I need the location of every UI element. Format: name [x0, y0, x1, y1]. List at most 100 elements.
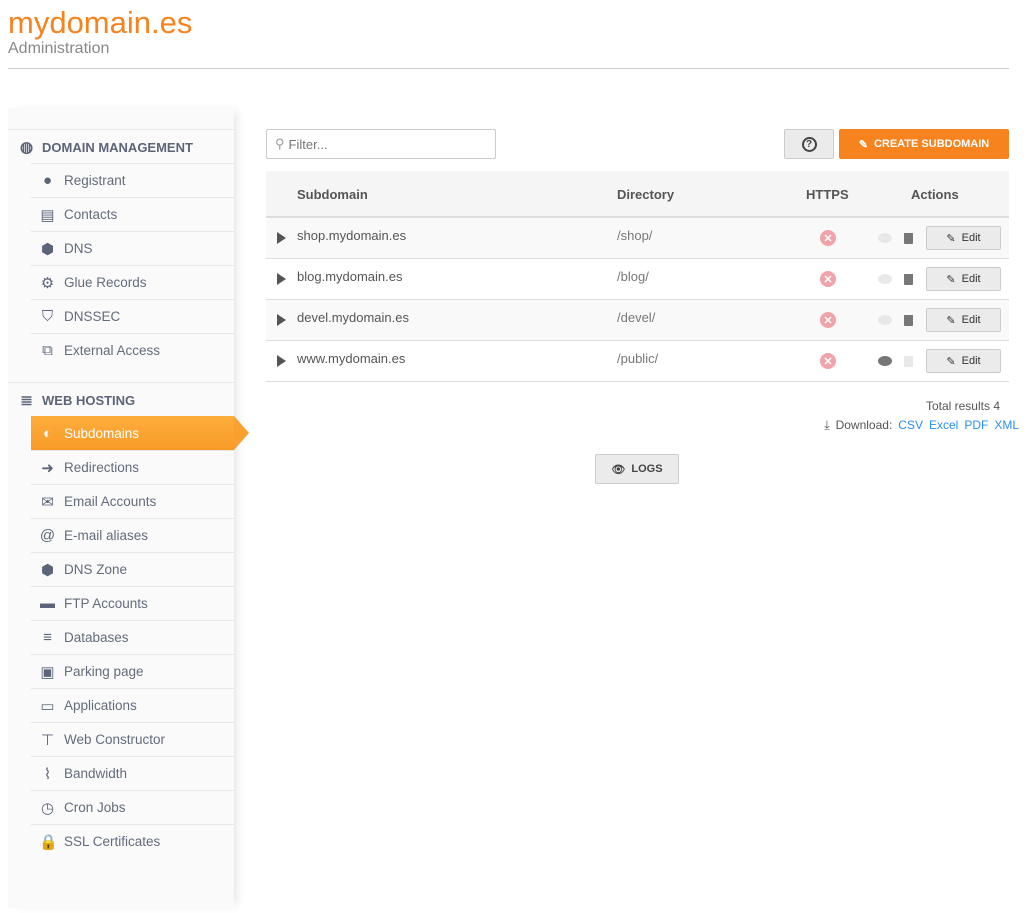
edit-label: Edit	[961, 273, 981, 285]
edit-icon: ✎	[946, 232, 956, 245]
edit-button[interactable]: ✎ Edit	[926, 308, 1001, 332]
sidebar-item-label: DNS Zone	[64, 562, 128, 577]
download-icon: ⤓	[824, 418, 830, 432]
monitor-icon: ▭	[40, 697, 55, 715]
create-label: CREATE SUBDOMAIN	[873, 138, 990, 150]
shield-icon: ⛉	[41, 308, 54, 325]
subdomain-name: www.mydomain.es	[297, 351, 406, 366]
hammer-icon: ⊤	[40, 731, 55, 749]
subdomain-name: devel.mydomain.es	[297, 310, 409, 325]
sidebar-item-label: Bandwidth	[64, 766, 128, 781]
trash-icon[interactable]	[904, 274, 913, 285]
comment-icon[interactable]	[878, 315, 892, 325]
comment-icon[interactable]	[878, 356, 892, 366]
contacts-icon: ▤	[40, 206, 55, 224]
download-label: Download:	[835, 418, 893, 432]
col-subdomain[interactable]: Subdomain	[297, 187, 368, 202]
sidebar-item-ssl-certificates[interactable]: 🔒 SSL Certificates	[31, 824, 234, 858]
sidebar-item-label: E-mail aliases	[64, 528, 149, 543]
sidebar-item-label: Databases	[64, 630, 129, 645]
sidebar-item-glue-records[interactable]: ⚙ Glue Records	[31, 265, 234, 299]
download-xml[interactable]: XML	[994, 418, 1019, 433]
table-row[interactable]: devel.mydomain.es /devel/ ✕ ✎ Edit	[266, 300, 1009, 341]
edit-label: Edit	[961, 355, 981, 367]
folder-icon: ▬	[40, 595, 55, 612]
download-excel[interactable]: Excel	[929, 418, 958, 433]
sidebar-item-redirections[interactable]: ➜ Redirections	[31, 450, 234, 484]
user-icon: ●	[42, 172, 53, 189]
sidebar-item-external-access[interactable]: ⧉ External Access	[31, 333, 234, 367]
sidebar-item-label: Subdomains	[64, 425, 140, 441]
external-link-icon: ⧉	[42, 342, 53, 359]
sidebar-item-label: External Access	[64, 343, 161, 358]
sidebar-item-label: SSL Certificates	[64, 834, 161, 849]
directory: /devel/	[617, 310, 656, 325]
subdomains-table: Subdomain Directory HTTPS Actions shop.m…	[266, 171, 1009, 382]
edit-icon: ✎	[946, 273, 956, 286]
sidebar-item-web-constructor[interactable]: ⊤ Web Constructor	[31, 722, 234, 756]
sidebar-section-0: ◍ DOMAIN MANAGEMENT	[8, 129, 234, 164]
sidebar-item-dns[interactable]: ⬢ DNS	[31, 231, 234, 265]
filter-input[interactable]	[288, 136, 479, 152]
badge-icon: ⬢	[40, 240, 55, 258]
table-row[interactable]: www.mydomain.es /public/ ✕ ✎ Edit	[266, 341, 1009, 382]
trash-icon[interactable]	[904, 233, 913, 244]
sidebar-item-label: DNS	[64, 241, 93, 256]
table-row[interactable]: shop.mydomain.es /shop/ ✕ ✎ Edit	[266, 218, 1009, 259]
trash-icon[interactable]	[904, 315, 913, 326]
col-directory[interactable]: Directory	[617, 187, 674, 202]
edit-icon: ✎	[858, 138, 868, 151]
col-actions: Actions	[911, 187, 959, 202]
half-circle-icon: ◐	[42, 424, 53, 442]
expand-icon[interactable]	[277, 273, 286, 285]
download-bar: ⤓ Download: CSV Excel PDF XML	[824, 418, 1019, 433]
trash-icon[interactable]	[904, 356, 913, 367]
https-disabled-icon: ✕	[820, 271, 836, 287]
edit-button[interactable]: ✎ Edit	[926, 267, 1001, 291]
table-header: Subdomain Directory HTTPS Actions	[266, 171, 1009, 218]
sidebar-item-e-mail-aliases[interactable]: @ E-mail aliases	[31, 518, 234, 552]
create-subdomain-button[interactable]: ✎ CREATE SUBDOMAIN	[839, 129, 1009, 159]
sidebar-item-cron-jobs[interactable]: ◷ Cron Jobs	[31, 790, 234, 824]
sidebar-item-dnssec[interactable]: ⛉ DNSSEC	[31, 299, 234, 333]
filter-field[interactable]: ⚲	[266, 129, 496, 159]
question-icon: ?	[801, 136, 817, 152]
database-icon: ≡	[43, 629, 52, 646]
sidebar-item-email-accounts[interactable]: ✉ Email Accounts	[31, 484, 234, 518]
sidebar-item-registrant[interactable]: ● Registrant	[31, 163, 234, 197]
edit-button[interactable]: ✎ Edit	[926, 349, 1001, 373]
section-label: DOMAIN MANAGEMENT	[42, 139, 193, 155]
sidebar-item-label: Applications	[64, 698, 137, 713]
help-button[interactable]: ?	[784, 129, 834, 159]
sidebar-item-label: Email Accounts	[64, 494, 157, 509]
comment-icon[interactable]	[878, 233, 892, 243]
logs-button[interactable]: 👁 LOGS	[595, 454, 679, 484]
sidebar-item-databases[interactable]: ≡ Databases	[31, 620, 234, 654]
download-csv[interactable]: CSV	[898, 418, 923, 433]
sidebar-item-label: DNSSEC	[64, 309, 121, 324]
sidebar-item-bandwidth[interactable]: ⌇ Bandwidth	[31, 756, 234, 790]
sidebar-item-ftp-accounts[interactable]: ▬ FTP Accounts	[31, 586, 234, 620]
sidebar-item-subdomains[interactable]: ◐ Subdomains	[31, 416, 249, 450]
col-https[interactable]: HTTPS	[806, 187, 849, 202]
sidebar-item-dns-zone[interactable]: ⬢ DNS Zone	[31, 552, 234, 586]
page-icon: ▣	[40, 663, 55, 681]
comment-icon[interactable]	[878, 274, 892, 284]
https-disabled-icon: ✕	[820, 312, 836, 328]
sidebar-item-parking-page[interactable]: ▣ Parking page	[31, 654, 234, 688]
download-pdf[interactable]: PDF	[964, 418, 988, 433]
clock-icon: ◷	[40, 799, 55, 817]
expand-icon[interactable]	[277, 232, 286, 244]
total-results: Total results 4	[925, 399, 1000, 413]
sidebar-item-applications[interactable]: ▭ Applications	[31, 688, 234, 722]
edit-button[interactable]: ✎ Edit	[926, 226, 1001, 250]
expand-icon[interactable]	[277, 314, 286, 326]
envelope-icon: ✉	[41, 493, 54, 511]
sidebar-item-contacts[interactable]: ▤ Contacts	[31, 197, 234, 231]
logs-label: LOGS	[631, 463, 663, 475]
sidebar-item-label: Parking page	[64, 664, 144, 679]
table-row[interactable]: blog.mydomain.es /blog/ ✕ ✎ Edit	[266, 259, 1009, 300]
expand-icon[interactable]	[277, 355, 286, 367]
edit-icon: ✎	[946, 355, 956, 368]
header: mydomain.es Administration	[8, 4, 1009, 69]
